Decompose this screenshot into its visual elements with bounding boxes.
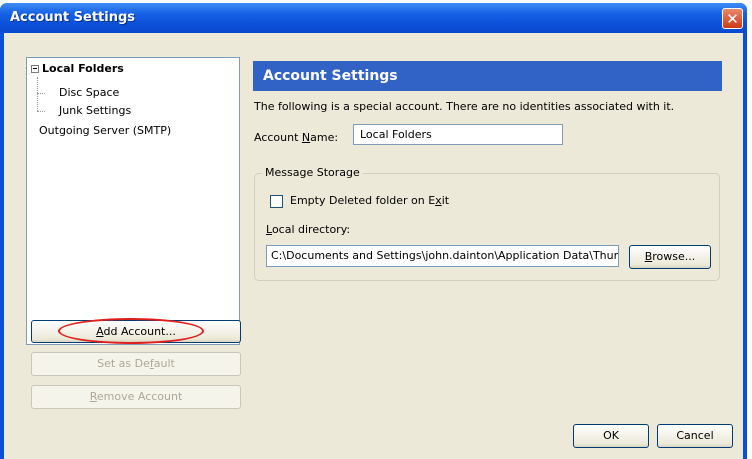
account-name-input[interactable]: Local Folders: [353, 124, 563, 145]
access-key: R: [89, 390, 97, 403]
tree-item-local-folders[interactable]: Local Folders: [31, 62, 124, 75]
tree-item-outgoing-server[interactable]: Outgoing Server (SMTP): [39, 124, 171, 137]
ok-button[interactable]: OK: [573, 424, 649, 448]
button-label: emove Account: [96, 390, 183, 403]
access-key: N: [301, 131, 311, 144]
label-text: ocal directory:: [271, 223, 351, 236]
title-bar[interactable]: Account Settings ✕: [0, 3, 747, 33]
local-directory-input[interactable]: C:\Documents and Settings\john.dainton\A…: [266, 245, 619, 267]
browse-button[interactable]: Browse...: [629, 245, 711, 269]
tree-connector: [37, 77, 38, 111]
panel-header: Account Settings: [253, 61, 722, 91]
special-account-note: The following is a special account. Ther…: [254, 100, 675, 113]
button-label: dd Account...: [103, 325, 176, 338]
message-storage-legend: Message Storage: [262, 166, 363, 179]
button-label: rowse...: [652, 250, 696, 263]
local-directory-label: Local directory:: [266, 223, 350, 236]
close-icon[interactable]: ✕: [722, 8, 743, 29]
tree-item-disc-space[interactable]: Disc Space: [59, 86, 119, 99]
remove-account-button[interactable]: Remove Account: [31, 385, 241, 409]
label-text: Account: [254, 131, 302, 144]
account-name-label: Account Name:: [254, 131, 338, 144]
account-tree[interactable]: Local Folders Disc Space Junk Settings O…: [26, 57, 240, 345]
empty-deleted-checkbox[interactable]: [270, 195, 283, 208]
label-text: Empty Deleted folder on E: [290, 194, 436, 207]
tree-item-junk-settings[interactable]: Junk Settings: [59, 104, 131, 117]
label-text: ame:: [310, 131, 339, 144]
button-label: ault: [153, 357, 175, 370]
minus-box-icon[interactable]: [31, 64, 39, 73]
tree-connector: [37, 93, 45, 94]
window-title: Account Settings: [10, 10, 136, 25]
add-account-button[interactable]: Add Account...: [31, 320, 241, 343]
tree-item-label: Local Folders: [42, 62, 124, 75]
label-text: it: [441, 194, 450, 207]
tree-connector: [37, 111, 45, 112]
empty-deleted-label[interactable]: Empty Deleted folder on Exit: [290, 194, 449, 207]
set-as-default-button[interactable]: Set as Default: [31, 352, 241, 376]
cancel-button[interactable]: Cancel: [657, 424, 733, 448]
button-label: Set as De: [97, 357, 150, 370]
